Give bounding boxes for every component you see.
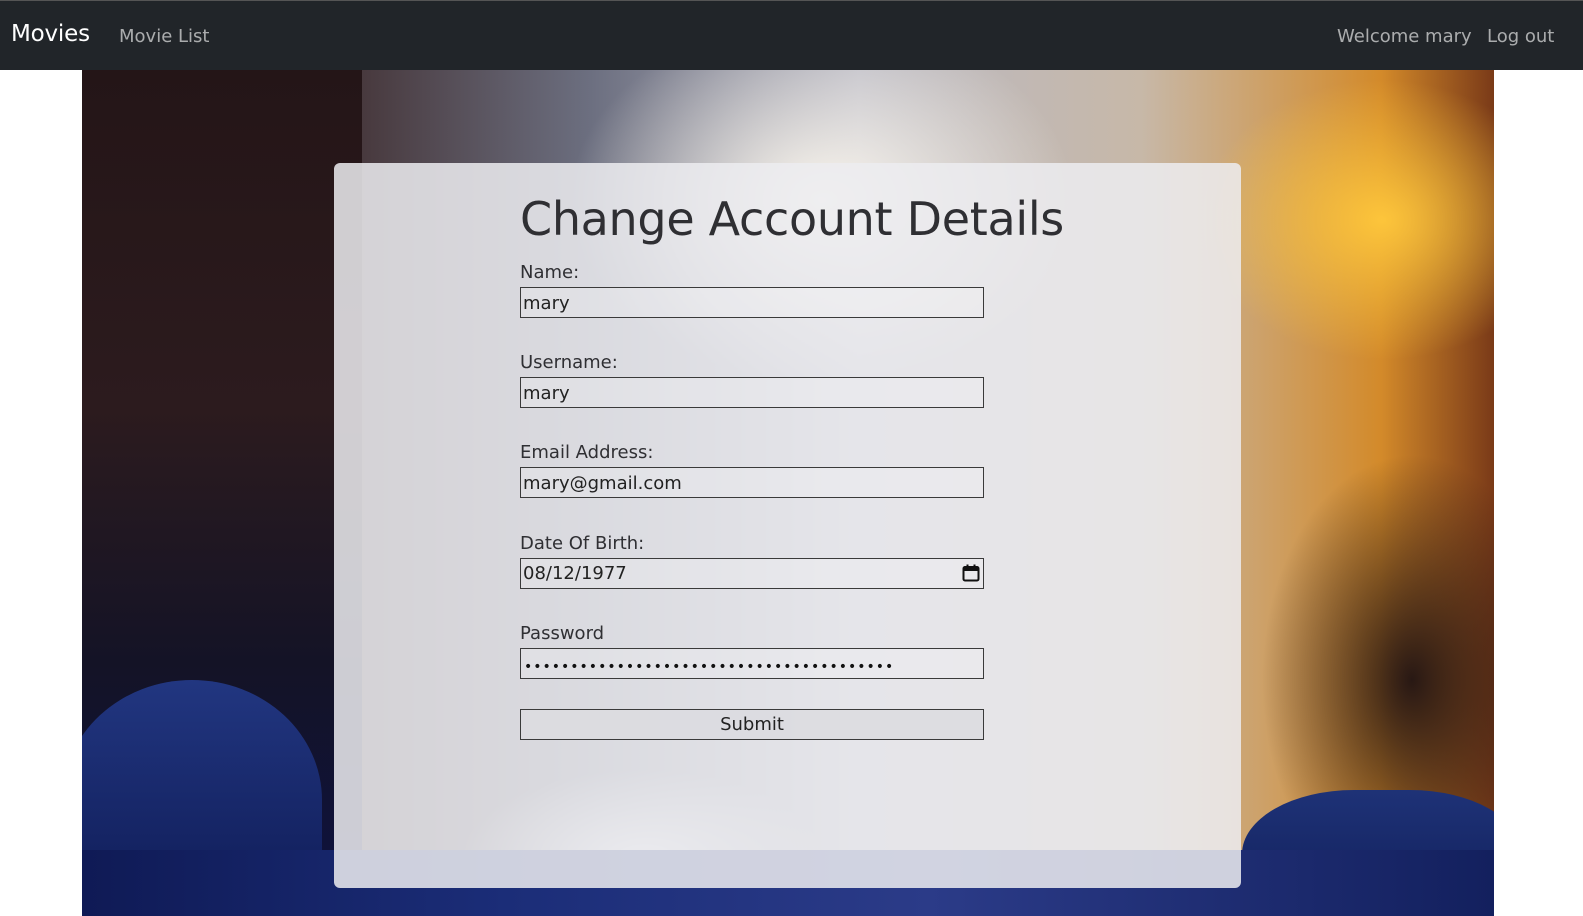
account-form-panel [334, 163, 1241, 888]
calendar-icon[interactable] [962, 564, 980, 582]
movie-list-link[interactable]: Movie List [119, 26, 209, 47]
dob-input[interactable]: 08/12/1977 [520, 558, 984, 589]
brand-link[interactable]: Movies [11, 21, 90, 47]
email-label: Email Address: [520, 442, 654, 463]
password-masked-value: •••••••••••••••••••••••••••••••••••••••• [524, 659, 895, 675]
page-title: Change Account Details [520, 192, 1064, 246]
username-label: Username: [520, 352, 618, 373]
top-navbar: Movies Movie List Welcome mary Log out [0, 0, 1583, 70]
dob-value: 08/12/1977 [523, 563, 627, 584]
submit-button[interactable]: Submit [520, 709, 984, 740]
password-input[interactable]: •••••••••••••••••••••••••••••••••••••••• [520, 648, 984, 679]
email-input[interactable] [520, 467, 984, 498]
dob-label: Date Of Birth: [520, 533, 645, 554]
password-label: Password [520, 623, 605, 644]
name-label: Name: [520, 262, 580, 283]
logout-link[interactable]: Log out [1487, 26, 1554, 47]
name-input[interactable] [520, 287, 984, 318]
username-input[interactable] [520, 377, 984, 408]
welcome-user-text[interactable]: Welcome mary [1337, 26, 1472, 47]
